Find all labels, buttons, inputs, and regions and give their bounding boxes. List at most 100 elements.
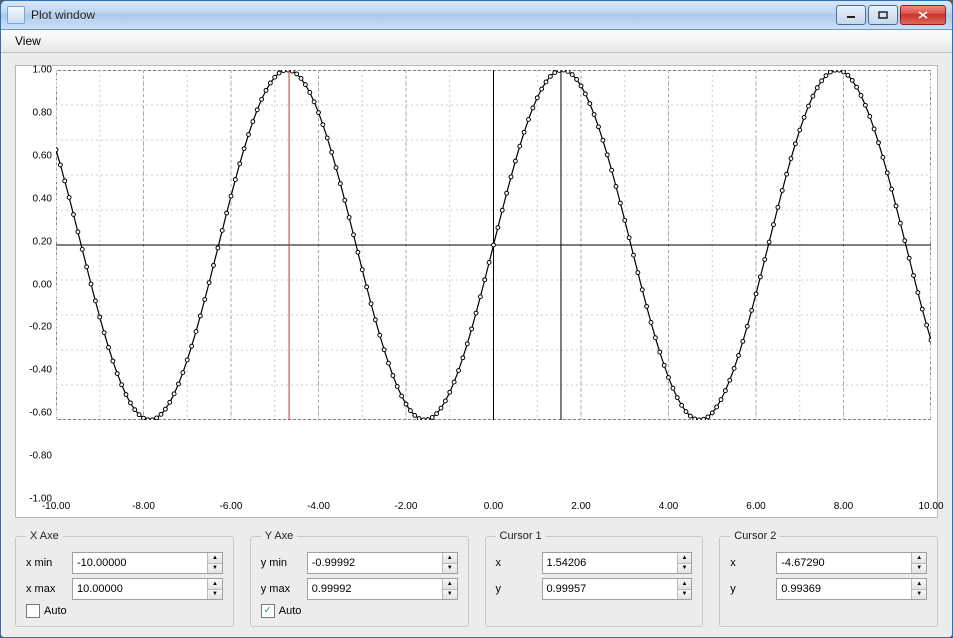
titlebar[interactable]: Plot window bbox=[1, 1, 952, 30]
xmin-input[interactable] bbox=[73, 553, 207, 573]
cursor2-x-spinbox[interactable]: ▲▼ bbox=[776, 552, 927, 574]
y-tick-label: 1.00 bbox=[33, 65, 52, 76]
up-arrow-icon[interactable]: ▲ bbox=[912, 579, 926, 590]
close-button[interactable] bbox=[900, 5, 946, 25]
cursor2-y-stepper[interactable]: ▲▼ bbox=[911, 579, 926, 599]
x-auto-checkbox[interactable]: Auto bbox=[26, 604, 223, 618]
cursor1-x-stepper[interactable]: ▲▼ bbox=[677, 553, 692, 573]
app-window: Plot window View -1.00-0.80-0.60-0.40-0.… bbox=[0, 0, 953, 638]
menubar: View bbox=[1, 30, 952, 53]
close-icon bbox=[918, 11, 928, 19]
up-arrow-icon[interactable]: ▲ bbox=[443, 579, 457, 590]
xmax-input[interactable] bbox=[73, 579, 207, 599]
y-tick-label: 0.60 bbox=[33, 150, 52, 161]
up-arrow-icon[interactable]: ▲ bbox=[443, 553, 457, 564]
panel-y-axe: Y Axe y min ▲▼ y max ▲▼ ✓ bbox=[250, 530, 469, 627]
x-tick-label: 4.00 bbox=[659, 501, 678, 512]
x-tick-label: 0.00 bbox=[484, 501, 503, 512]
panel-cursor2: Cursor 2 x ▲▼ y ▲▼ bbox=[719, 530, 938, 627]
x-tick-label: 2.00 bbox=[571, 501, 590, 512]
panel-x-axe: X Axe x min ▲▼ x max ▲▼ bbox=[15, 530, 234, 627]
y-tick-label: 0.00 bbox=[33, 279, 52, 290]
window-title: Plot window bbox=[31, 8, 95, 22]
cursor1-y-spinbox[interactable]: ▲▼ bbox=[542, 578, 693, 600]
minimize-button[interactable] bbox=[836, 5, 866, 25]
y-tick-label: -0.60 bbox=[29, 408, 52, 419]
xmax-label: x max bbox=[26, 583, 66, 595]
down-arrow-icon[interactable]: ▼ bbox=[912, 564, 926, 574]
xmin-stepper[interactable]: ▲▼ bbox=[207, 553, 222, 573]
up-arrow-icon[interactable]: ▲ bbox=[912, 553, 926, 564]
y-tick-label: -0.40 bbox=[29, 365, 52, 376]
panel-x-axe-legend: X Axe bbox=[26, 530, 63, 542]
cursor1-y-stepper[interactable]: ▲▼ bbox=[677, 579, 692, 599]
y-tick-label: 0.40 bbox=[33, 193, 52, 204]
panel-cursor2-legend: Cursor 2 bbox=[730, 530, 780, 542]
x-tick-label: 6.00 bbox=[746, 501, 765, 512]
down-arrow-icon[interactable]: ▼ bbox=[443, 564, 457, 574]
down-arrow-icon[interactable]: ▼ bbox=[678, 564, 692, 574]
panel-cursor1: Cursor 1 x ▲▼ y ▲▼ bbox=[485, 530, 704, 627]
down-arrow-icon[interactable]: ▼ bbox=[678, 590, 692, 600]
panel-cursor1-legend: Cursor 1 bbox=[496, 530, 546, 542]
y-auto-checkbox[interactable]: ✓ Auto bbox=[261, 604, 458, 618]
ymax-label: y max bbox=[261, 583, 301, 595]
down-arrow-icon[interactable]: ▼ bbox=[912, 590, 926, 600]
cursor1-x-input[interactable] bbox=[543, 553, 677, 573]
panel-y-axe-legend: Y Axe bbox=[261, 530, 298, 542]
maximize-icon bbox=[878, 11, 888, 19]
cursor2-x-input[interactable] bbox=[777, 553, 911, 573]
x-tick-label: -6.00 bbox=[220, 501, 243, 512]
plot-canvas[interactable] bbox=[56, 70, 931, 420]
x-tick-label: -4.00 bbox=[307, 501, 330, 512]
client-area: -1.00-0.80-0.60-0.40-0.200.000.200.400.6… bbox=[1, 53, 952, 637]
maximize-button[interactable] bbox=[868, 5, 898, 25]
ymax-stepper[interactable]: ▲▼ bbox=[442, 579, 457, 599]
up-arrow-icon[interactable]: ▲ bbox=[678, 553, 692, 564]
y-tick-label: 0.80 bbox=[33, 107, 52, 118]
xmax-stepper[interactable]: ▲▼ bbox=[207, 579, 222, 599]
cursor2-y-label: y bbox=[730, 583, 770, 595]
down-arrow-icon[interactable]: ▼ bbox=[208, 590, 222, 600]
app-icon bbox=[7, 6, 25, 24]
ymin-label: y min bbox=[261, 557, 301, 569]
plot-frame: -1.00-0.80-0.60-0.40-0.200.000.200.400.6… bbox=[15, 65, 938, 518]
cursor1-x-label: x bbox=[496, 557, 536, 569]
minimize-icon bbox=[846, 11, 856, 19]
ymax-input[interactable] bbox=[308, 579, 442, 599]
ymin-spinbox[interactable]: ▲▼ bbox=[307, 552, 458, 574]
xmin-label: x min bbox=[26, 557, 66, 569]
checkbox-icon bbox=[26, 604, 40, 618]
x-axis-ticks: -10.00-8.00-6.00-4.00-2.000.002.004.006.… bbox=[56, 501, 931, 515]
checkbox-icon: ✓ bbox=[261, 604, 275, 618]
control-panels: X Axe x min ▲▼ x max ▲▼ bbox=[15, 530, 938, 627]
cursor2-x-label: x bbox=[730, 557, 770, 569]
x-tick-label: -10.00 bbox=[42, 501, 70, 512]
cursor2-y-input[interactable] bbox=[777, 579, 911, 599]
x-tick-label: 10.00 bbox=[918, 501, 943, 512]
x-auto-label: Auto bbox=[44, 605, 67, 617]
down-arrow-icon[interactable]: ▼ bbox=[208, 564, 222, 574]
up-arrow-icon[interactable]: ▲ bbox=[678, 579, 692, 590]
y-auto-label: Auto bbox=[279, 605, 302, 617]
x-tick-label: 8.00 bbox=[834, 501, 853, 512]
ymax-spinbox[interactable]: ▲▼ bbox=[307, 578, 458, 600]
y-tick-label: -0.80 bbox=[29, 451, 52, 462]
xmax-spinbox[interactable]: ▲▼ bbox=[72, 578, 223, 600]
ymin-stepper[interactable]: ▲▼ bbox=[442, 553, 457, 573]
xmin-spinbox[interactable]: ▲▼ bbox=[72, 552, 223, 574]
up-arrow-icon[interactable]: ▲ bbox=[208, 579, 222, 590]
cursor1-x-spinbox[interactable]: ▲▼ bbox=[542, 552, 693, 574]
ymin-input[interactable] bbox=[308, 553, 442, 573]
cursor2-y-spinbox[interactable]: ▲▼ bbox=[776, 578, 927, 600]
down-arrow-icon[interactable]: ▼ bbox=[443, 590, 457, 600]
x-tick-label: -8.00 bbox=[132, 501, 155, 512]
cursor2-x-stepper[interactable]: ▲▼ bbox=[911, 553, 926, 573]
up-arrow-icon[interactable]: ▲ bbox=[208, 553, 222, 564]
cursor1-y-label: y bbox=[496, 583, 536, 595]
menu-view[interactable]: View bbox=[7, 32, 49, 50]
cursor1-y-input[interactable] bbox=[543, 579, 677, 599]
y-tick-label: -0.20 bbox=[29, 322, 52, 333]
y-tick-label: 0.20 bbox=[33, 236, 52, 247]
y-axis-ticks: -1.00-0.80-0.60-0.40-0.200.000.200.400.6… bbox=[18, 70, 54, 499]
